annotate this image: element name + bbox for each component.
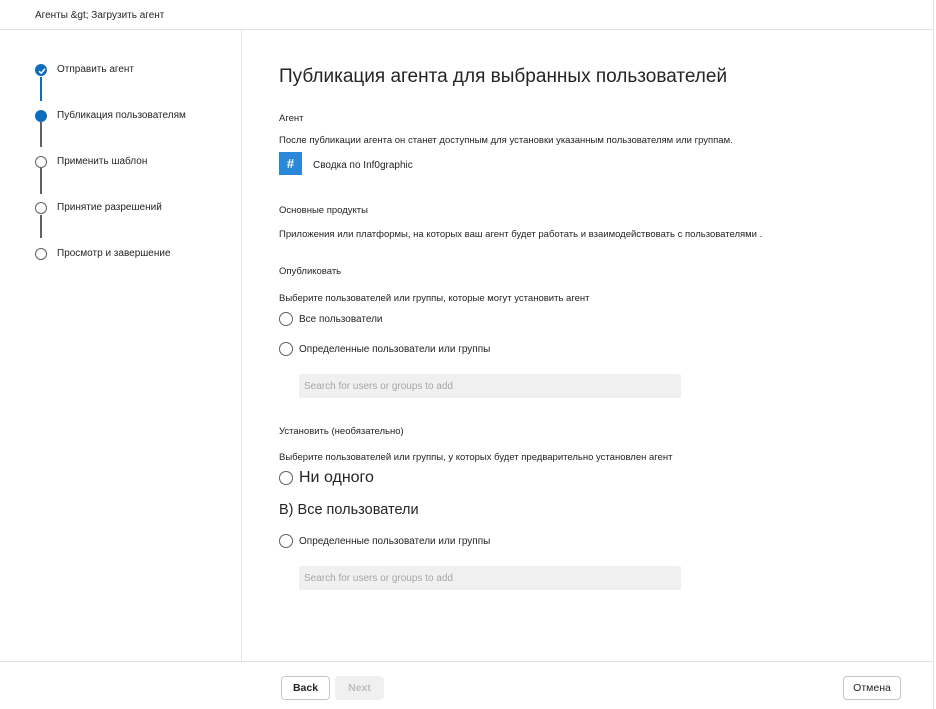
footer-bar: Back Next Отмена (0, 661, 934, 709)
step-connector (40, 215, 42, 238)
main-panel: Публикация агента для выбранных пользова… (242, 30, 934, 661)
step-connector (40, 122, 42, 147)
breadcrumb[interactable]: Агенты &gt; Загрузить агент (35, 10, 164, 21)
install-search-input[interactable] (299, 566, 681, 590)
agent-hash-icon: # (279, 152, 302, 175)
publish-search-input[interactable] (299, 374, 681, 398)
agent-name: Сводка по Inf0graphic (313, 160, 413, 171)
install-heading: Установить (необязательно) (279, 426, 404, 437)
radio-circle[interactable] (279, 342, 293, 356)
top-bar: Агенты &gt; Загрузить агент (0, 0, 934, 30)
radio-label: Ни одного (299, 469, 374, 486)
radio-label: Определенные пользователи или группы (299, 536, 491, 547)
products-heading: Основные продукты (279, 205, 368, 216)
step-label: Отправить агент (57, 64, 135, 75)
publish-description: Выберите пользователей или группы, котор… (279, 293, 590, 304)
cancel-button[interactable]: Отмена (843, 676, 901, 700)
radio-label: Определенные пользователи или группы (299, 344, 491, 355)
pending-step-icon (35, 156, 47, 168)
products-description: Приложения или платформы, на которых ваш… (279, 229, 763, 240)
radio-circle[interactable] (279, 534, 293, 548)
step-connector (40, 77, 42, 101)
step-connector (40, 168, 42, 194)
checkmark-icon (35, 64, 47, 76)
install-option-all-text[interactable]: B) Все пользователи (279, 502, 419, 518)
next-button[interactable]: Next (335, 676, 384, 700)
step-label: Просмотр и завершение (57, 248, 171, 259)
radio-circle[interactable] (279, 312, 293, 326)
back-button[interactable]: Back (281, 676, 330, 700)
radio-label: Все пользователи (299, 314, 383, 325)
pending-step-icon (35, 202, 47, 214)
agent-description: После публикации агента он станет доступ… (279, 135, 733, 146)
step-label: Публикация пользователям (57, 110, 186, 121)
agent-heading: Агент (279, 113, 304, 124)
wizard-steps-sidebar: Отправить агент Публикация пользователям… (0, 30, 242, 661)
radio-circle[interactable] (279, 471, 293, 485)
install-description: Выберите пользователей или группы, у кот… (279, 452, 673, 463)
step-label: Принятие разрешений (57, 202, 162, 213)
current-step-icon (35, 110, 47, 122)
publish-heading: Опубликовать (279, 266, 342, 277)
step-label: Применить шаблон (57, 156, 148, 167)
page-title: Публикация агента для выбранных пользова… (279, 66, 728, 87)
pending-step-icon (35, 248, 47, 260)
